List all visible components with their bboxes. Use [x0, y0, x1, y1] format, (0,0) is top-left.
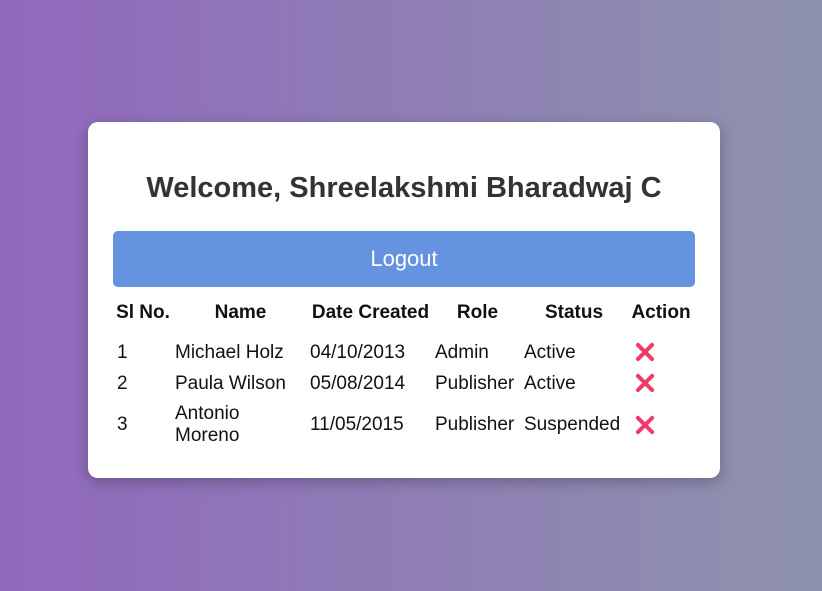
table-row: 3 Antonio Moreno 11/05/2015 Publisher Su…: [113, 400, 696, 450]
cell-date-created: 04/10/2013: [310, 341, 406, 363]
cell-name: Michael Holz: [175, 341, 284, 363]
cell-role: Publisher: [435, 414, 515, 435]
column-header-status: Status: [544, 302, 604, 323]
cell-role: Publisher: [435, 372, 515, 394]
cell-sl-no: 3: [117, 414, 128, 435]
column-header-name: Name: [214, 302, 267, 323]
cell-action: [626, 367, 696, 400]
table-row: 1 Michael Holz 04/10/2013 Admin Active: [113, 338, 696, 367]
cell-action: [626, 338, 696, 367]
cell-date-created: 05/08/2014: [310, 372, 406, 394]
cell-role: Admin: [435, 341, 489, 363]
column-header-sl-no: Sl No.: [116, 302, 170, 323]
column-header-role: Role: [456, 302, 499, 323]
table-header-row: Sl No. Name Date Created Role Status Act…: [113, 288, 696, 338]
table-row: 2 Paula Wilson 05/08/2014 Publisher Acti…: [113, 367, 696, 400]
cell-name: Antonio Moreno: [175, 403, 240, 446]
welcome-heading: Welcome, Shreelakshmi Bharadwaj C: [146, 172, 662, 204]
cell-name: Paula Wilson: [175, 372, 286, 394]
users-table: Sl No. Name Date Created Role Status Act…: [113, 288, 696, 450]
logout-button[interactable]: Logout: [113, 231, 695, 287]
cell-status: Suspended: [524, 414, 621, 435]
cell-status: Active: [524, 372, 576, 394]
cell-sl-no: 2: [117, 372, 128, 394]
close-icon[interactable]: [634, 341, 656, 363]
close-icon[interactable]: [634, 414, 656, 436]
cell-status: Active: [524, 341, 576, 363]
user-card: Welcome, Shreelakshmi Bharadwaj C Logout…: [88, 122, 720, 478]
cell-action: [626, 400, 696, 450]
close-icon[interactable]: [634, 372, 656, 394]
column-header-date-created: Date Created: [311, 302, 430, 323]
column-header-action: Action: [631, 302, 691, 323]
cell-date-created: 11/05/2015: [310, 414, 404, 435]
cell-sl-no: 1: [117, 341, 128, 363]
